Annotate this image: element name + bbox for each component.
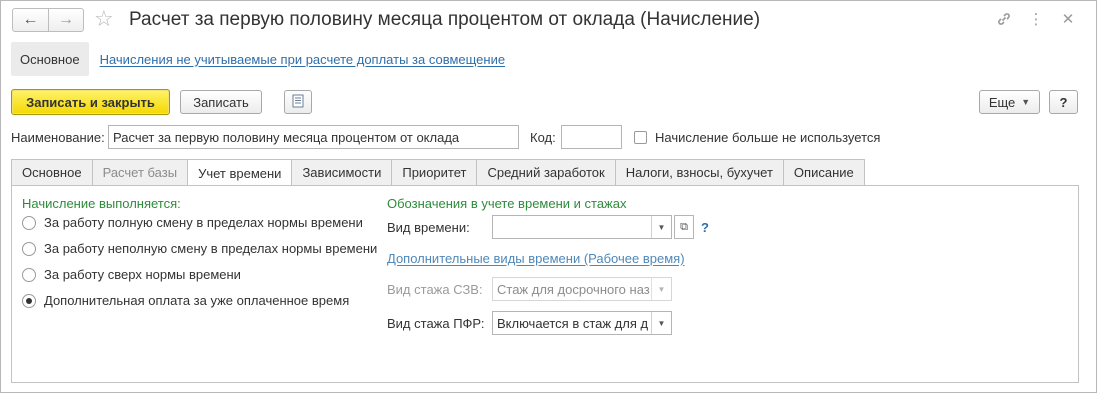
more-button-label: Еще (988, 94, 1016, 110)
close-icon[interactable]: ✕ (1058, 9, 1078, 29)
tab-priority[interactable]: Приоритет (391, 159, 477, 186)
option-additional-payment[interactable]: Дополнительная оплата за уже оплаченное … (22, 293, 349, 308)
pfr-select[interactable]: Включается в стаж для д ▼ (492, 311, 672, 335)
option-part-shift-label: За работу неполную смену в пределах норм… (44, 241, 378, 256)
form-window: ← → ☆ Расчет за первую половину месяца п… (0, 0, 1097, 393)
tab-description[interactable]: Описание (782, 159, 865, 186)
szv-value: Стаж для досрочного наз (497, 281, 650, 297)
form-panel: Основное Начисления не учитываемые при р… (11, 42, 505, 76)
option-overtime-label: За работу сверх нормы времени (44, 267, 241, 282)
pfr-label: Вид стажа ПФР: (387, 316, 485, 331)
pfr-value: Включается в стаж для д (497, 315, 649, 331)
szv-label: Вид стажа СЗВ: (387, 282, 483, 297)
link-icon[interactable] (994, 9, 1014, 29)
more-button[interactable]: Еще ▼ (979, 90, 1040, 114)
radio-overtime[interactable] (22, 267, 36, 282)
radio-additional-payment[interactable] (22, 293, 36, 308)
back-button[interactable]: ← (13, 9, 48, 31)
radio-part-shift[interactable] (22, 241, 36, 256)
option-additional-payment-label: Дополнительная оплата за уже оплаченное … (44, 293, 350, 308)
title-bar: ← → ☆ Расчет за первую половину месяца п… (1, 1, 1096, 39)
code-label: Код: (530, 130, 556, 145)
arrow-right-icon: → (58, 11, 74, 28)
nav-buttons: ← → (12, 8, 84, 32)
tab-taxes[interactable]: Налоги, взносы, бухучет (614, 159, 783, 186)
more-vertical-icon[interactable]: ⋮ (1026, 9, 1046, 29)
open-time-kind-button[interactable]: ⧉ (674, 215, 694, 239)
tab-dependencies[interactable]: Зависимости (291, 159, 392, 186)
save-and-close-button[interactable]: Записать и закрыть (11, 89, 170, 115)
document-list-button[interactable] (284, 90, 312, 114)
code-input[interactable] (561, 125, 622, 149)
save-button[interactable]: Записать (180, 90, 262, 114)
window-title: Расчет за первую половину месяца процент… (129, 9, 761, 30)
radio-full-shift[interactable] (22, 215, 36, 230)
time-kind-label: Вид времени: (387, 220, 470, 235)
document-list-icon (292, 94, 304, 111)
time-kind-select[interactable]: ▼ (492, 215, 672, 239)
arrow-left-icon: ← (22, 11, 39, 28)
designations-group-title: Обозначения в учете времени и стажах (387, 196, 627, 211)
name-input[interactable]: Расчет за первую половину месяца процент… (108, 125, 519, 149)
panel-link-excluded-accruals[interactable]: Начисления не учитываемые при расчете до… (100, 52, 506, 67)
panel-item-main[interactable]: Основное (11, 42, 89, 76)
dropdown-arrow-icon[interactable]: ▼ (651, 312, 671, 334)
caret-down-icon: ▼ (1021, 97, 1031, 107)
help-button[interactable]: ? (1049, 90, 1078, 114)
tab-bar: Основное Расчет базы Учет времени Зависи… (11, 159, 865, 187)
option-full-shift[interactable]: За работу полную смену в пределах нормы … (22, 215, 363, 230)
time-kind-help[interactable]: ? (701, 220, 709, 235)
option-overtime[interactable]: За работу сверх нормы времени (22, 267, 241, 282)
forward-button[interactable]: → (48, 9, 83, 31)
tab-base-calculation[interactable]: Расчет базы (91, 159, 188, 186)
szv-select[interactable]: Стаж для досрочного наз ▼ (492, 277, 672, 301)
not-used-label: Начисление больше не используется (655, 130, 881, 145)
tab-time-accounting[interactable]: Учет времени (187, 159, 292, 187)
time-kind-value (493, 216, 651, 238)
dropdown-arrow-icon[interactable]: ▼ (651, 216, 671, 238)
additional-time-kinds-link[interactable]: Дополнительные виды времени (Рабочее вре… (387, 251, 685, 266)
tab-main[interactable]: Основное (11, 159, 92, 186)
option-part-shift[interactable]: За работу неполную смену в пределах норм… (22, 241, 377, 256)
title-actions: ⋮ ✕ (994, 9, 1078, 29)
accrual-group-title: Начисление выполняется: (22, 196, 181, 211)
name-label: Наименование: (11, 130, 105, 145)
option-full-shift-label: За работу полную смену в пределах нормы … (44, 215, 363, 230)
open-window-icon: ⧉ (680, 220, 688, 233)
dropdown-arrow-icon[interactable]: ▼ (651, 278, 671, 300)
not-used-checkbox[interactable] (634, 131, 647, 144)
tab-average-earnings[interactable]: Средний заработок (476, 159, 615, 186)
favorite-star-icon[interactable]: ☆ (94, 5, 114, 33)
